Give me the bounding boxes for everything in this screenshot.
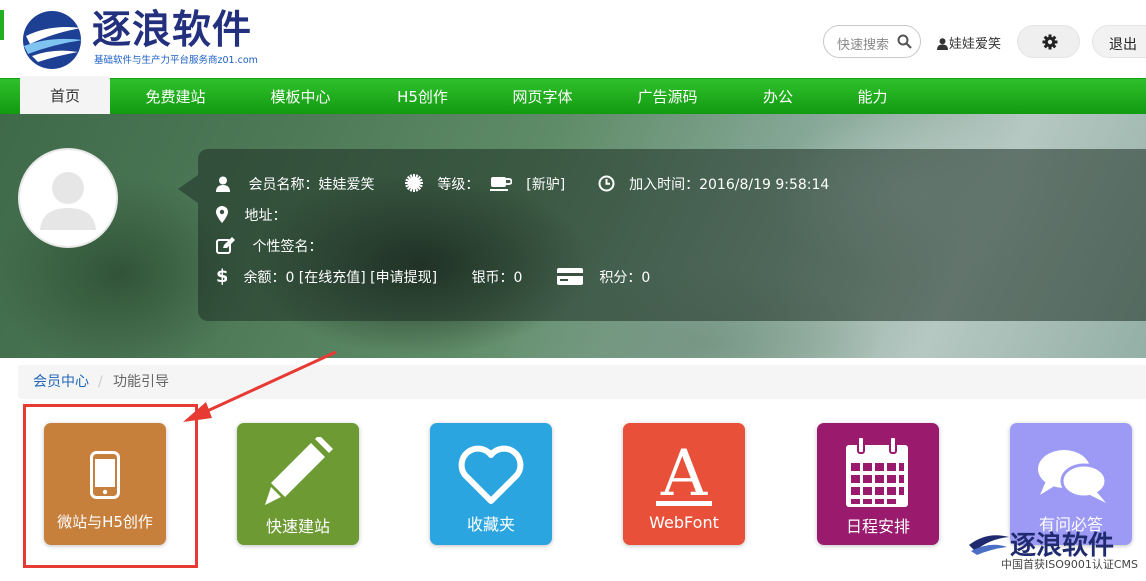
- tile-label: 日程安排: [845, 517, 910, 536]
- highlight-box: [23, 404, 198, 568]
- tile-label: 收藏夹: [466, 515, 515, 534]
- default-avatar-icon: [40, 172, 96, 230]
- edit-icon: [216, 237, 235, 254]
- nav-item-webfont[interactable]: 网页字体: [495, 79, 590, 115]
- svg-text:$: $: [216, 266, 227, 285]
- credit-card-icon: [556, 268, 583, 285]
- tile-label: 快速建站: [265, 517, 330, 536]
- balance[interactable]: 余额：0 [在线充值] [申请提现]: [243, 267, 437, 287]
- logo-title: 逐浪软件: [92, 8, 253, 53]
- user-icon: [216, 176, 230, 192]
- profile-row-1: 会员名称：娃娃爱笑 等级： [新驴] 加入时间：2016/8/19 9:58:1…: [216, 174, 829, 194]
- username: 娃娃爱笑: [949, 37, 1002, 52]
- settings-button[interactable]: [1017, 25, 1080, 58]
- svg-text:A: A: [660, 437, 708, 509]
- logout-button[interactable]: 退出: [1092, 25, 1146, 58]
- points: 积分：0: [599, 270, 651, 286]
- profile-row-3: 个性签名：: [216, 236, 322, 256]
- search-icon: [897, 34, 912, 49]
- address: 地址：: [244, 208, 287, 224]
- nav-item-home[interactable]: 首页: [20, 76, 110, 114]
- font-a-icon: A: [656, 437, 712, 509]
- avatar[interactable]: [18, 148, 118, 248]
- breadcrumb-current: 功能引导: [113, 374, 169, 390]
- logo-subtitle: 基础软件与生产力平台服务商z01.com: [94, 55, 258, 66]
- silver-coins: 银币：0: [471, 270, 523, 286]
- member-name: 会员名称：娃娃爱笑: [248, 177, 375, 193]
- tile-quick-site[interactable]: 快速建站: [237, 423, 359, 545]
- search-input[interactable]: 快速搜索: [823, 25, 921, 58]
- nav-item-ability[interactable]: 能力: [840, 79, 905, 115]
- breadcrumb-separator: /: [98, 374, 103, 390]
- watermark-logo: 逐浪软件 中国首获ISO9001认证CMS: [965, 523, 1146, 581]
- nav-item-free-site[interactable]: 免费建站: [128, 79, 223, 115]
- profile-row-2: 地址：: [216, 205, 286, 225]
- tile-favorites[interactable]: 收藏夹: [430, 423, 552, 545]
- profile-info-panel: 会员名称：娃娃爱笑 等级： [新驴] 加入时间：2016/8/19 9:58:1…: [178, 149, 1146, 321]
- badge-gear-icon: [404, 174, 423, 192]
- profile-row-4: $ 余额：0 [在线充值] [申请提现] 银币：0 积分：0: [216, 266, 650, 287]
- tile-label: WebFont: [649, 513, 719, 532]
- join-time: 加入时间：2016/8/19 9:58:14: [629, 177, 830, 193]
- logout-label: 退出: [1109, 37, 1137, 53]
- nav-item-office[interactable]: 办公: [743, 79, 813, 115]
- level-value[interactable]: [新驴]: [526, 174, 565, 194]
- nav-item-ad-source[interactable]: 广告源码: [620, 79, 715, 115]
- nav-item-h5[interactable]: H5创作: [375, 79, 470, 115]
- user-icon: [937, 38, 948, 50]
- top-accent-bar: [0, 10, 4, 40]
- page: 逐浪软件 基础软件与生产力平台服务商z01.com 快速搜索 娃娃爱笑 退出 首…: [0, 0, 1146, 581]
- gear-icon: [1042, 34, 1058, 50]
- nav-item-templates[interactable]: 模板中心: [253, 79, 348, 115]
- watermark-logo-icon: [969, 535, 1009, 555]
- heart-icon: [458, 445, 524, 504]
- calendar-icon: [846, 437, 908, 507]
- clock-icon: [598, 175, 615, 192]
- tile-schedule[interactable]: 日程安排: [817, 423, 939, 545]
- map-marker-icon: [216, 206, 228, 223]
- breadcrumb: 会员中心 / 功能引导: [18, 365, 1146, 399]
- main-nav: 首页 免费建站 模板中心 H5创作 网页字体 广告源码 办公 能力: [0, 76, 1146, 115]
- coffee-cup-icon: [489, 177, 512, 191]
- pencil-icon: [265, 437, 333, 505]
- logo-mark-icon: [23, 11, 83, 69]
- search-placeholder: 快速搜索: [837, 38, 890, 53]
- site-logo[interactable]: 逐浪软件 基础软件与生产力平台服务商z01.com: [20, 8, 270, 69]
- breadcrumb-home-link[interactable]: 会员中心: [33, 365, 89, 399]
- tile-webfont[interactable]: A WebFont: [623, 423, 745, 545]
- watermark-subtitle: 中国首获ISO9001认证CMS: [1001, 558, 1139, 571]
- level-label: 等级：: [437, 177, 480, 193]
- chat-bubbles-icon: [1038, 450, 1108, 503]
- signature: 个性签名：: [252, 239, 323, 255]
- user-link[interactable]: 娃娃爱笑: [937, 33, 1001, 52]
- dollar-icon: $: [216, 266, 227, 285]
